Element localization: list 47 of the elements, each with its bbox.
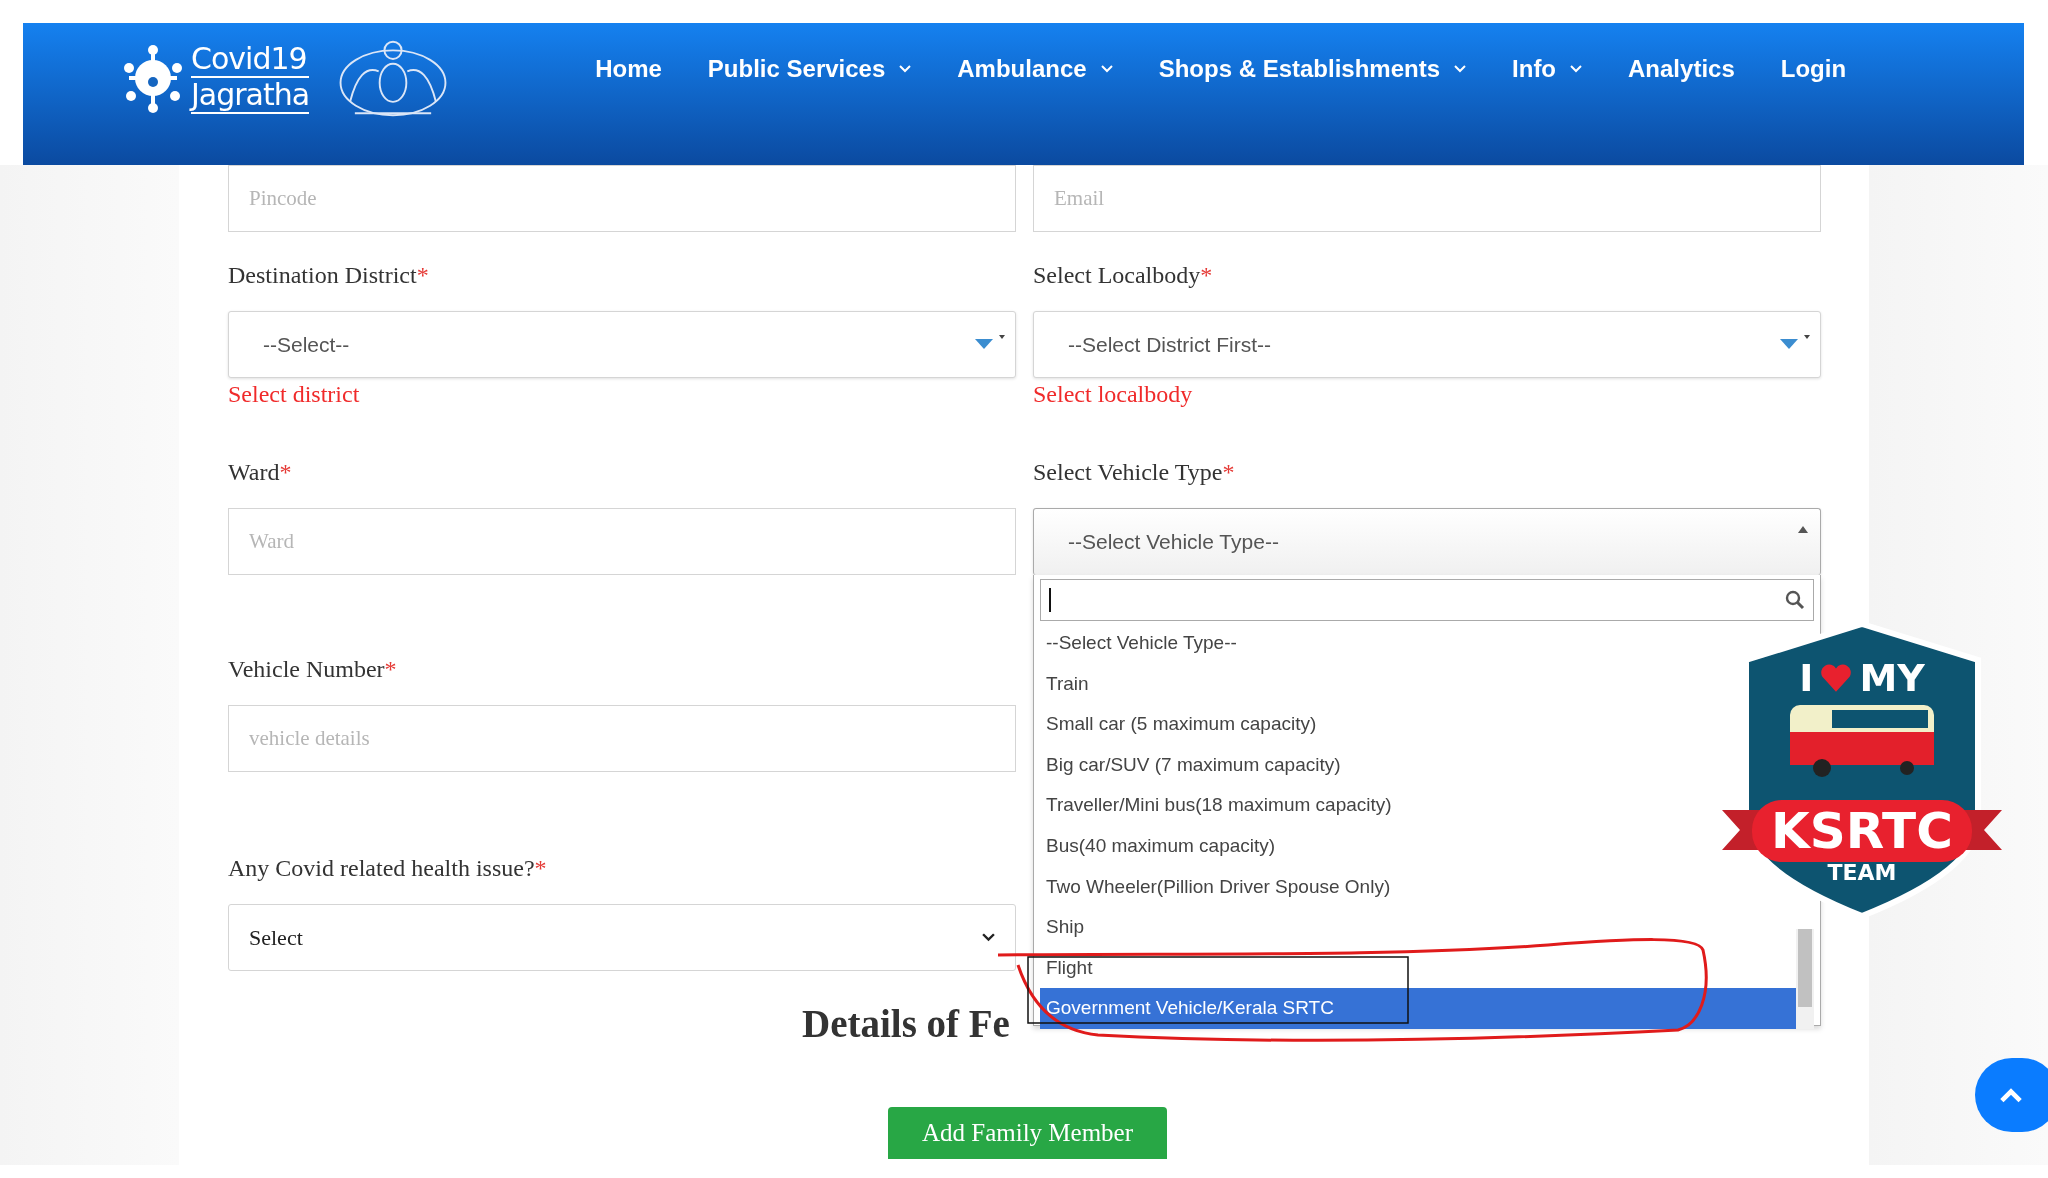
dropdown-option[interactable]: Train (1040, 663, 1095, 705)
field-label: Vehicle Number* (228, 656, 398, 684)
nav-link[interactable]: Login (1780, 54, 1847, 84)
nav-link[interactable]: Info (1512, 54, 1583, 84)
district-select[interactable]: --Select-- (228, 311, 1016, 378)
dropdown-option[interactable]: Two Wheeler(Pillion Driver Spouse Only) (1040, 866, 1397, 908)
badge-text: TEAM (1826, 860, 1898, 885)
chevron-up-icon (1999, 1087, 2023, 1103)
dropdown-option[interactable]: Ship (1040, 907, 1091, 948)
badge-text: I (1799, 656, 1814, 700)
field-label: Any Covid related health issue?* (228, 855, 548, 883)
dropdown-option[interactable]: Small car (5 maximum capacity) (1040, 704, 1323, 745)
vehicle-type-select[interactable]: --Select Vehicle Type-- (1033, 508, 1821, 575)
field-label: Select Localbody* (1033, 262, 1214, 290)
nav-link[interactable]: Shops & Establishments (1158, 54, 1467, 84)
chevron-down-icon (1570, 65, 1583, 73)
scrollbar[interactable] (1796, 928, 1814, 1029)
chevron-down-icon (1100, 65, 1113, 73)
dropdown-option[interactable]: Government Vehicle/Kerala SRTC (1040, 988, 1796, 1029)
localbody-select[interactable]: --Select District First-- (1033, 311, 1821, 378)
search-field[interactable] (1040, 579, 1814, 621)
dropdown-option[interactable]: Flight (1040, 947, 1099, 989)
badge-title: KSRTC (1770, 802, 1954, 860)
section-heading: Details of Fe (802, 1001, 1010, 1046)
field-label: Ward* (228, 459, 293, 487)
nav-link[interactable]: Public Services (707, 54, 912, 84)
chevron-down-icon (982, 933, 995, 942)
chevron-down-icon (1454, 65, 1467, 73)
field-label: Destination District* (228, 262, 430, 290)
logo-text: Jagratha (191, 76, 310, 114)
nav-link[interactable]: Home (595, 54, 662, 84)
badge-text: MY (1859, 656, 1925, 700)
nav-link[interactable]: Analytics (1628, 54, 1735, 84)
field-label: Select Vehicle Type* (1033, 459, 1236, 487)
logo-text: Covid19 (191, 42, 308, 76)
search-icon (1785, 590, 1805, 610)
heart-icon (1819, 663, 1854, 693)
caret-icon (1798, 525, 1808, 533)
dropdown-option[interactable]: Bus(40 maximum capacity) (1040, 825, 1282, 867)
nav-link[interactable]: Ambulance (957, 54, 1113, 84)
error-text: Select localbody (1033, 381, 1194, 408)
chevron-down-icon (899, 65, 912, 73)
dropdown-option[interactable]: --Select Vehicle Type-- (1040, 623, 1243, 664)
error-text: Select district (228, 381, 361, 408)
dropdown-option[interactable]: Big car/SUV (7 maximum capacity) (1040, 744, 1347, 786)
health-issue-select[interactable]: Select (228, 904, 1016, 971)
dropdown-option[interactable]: Traveller/Mini bus(18 maximum capacity) (1040, 785, 1398, 826)
